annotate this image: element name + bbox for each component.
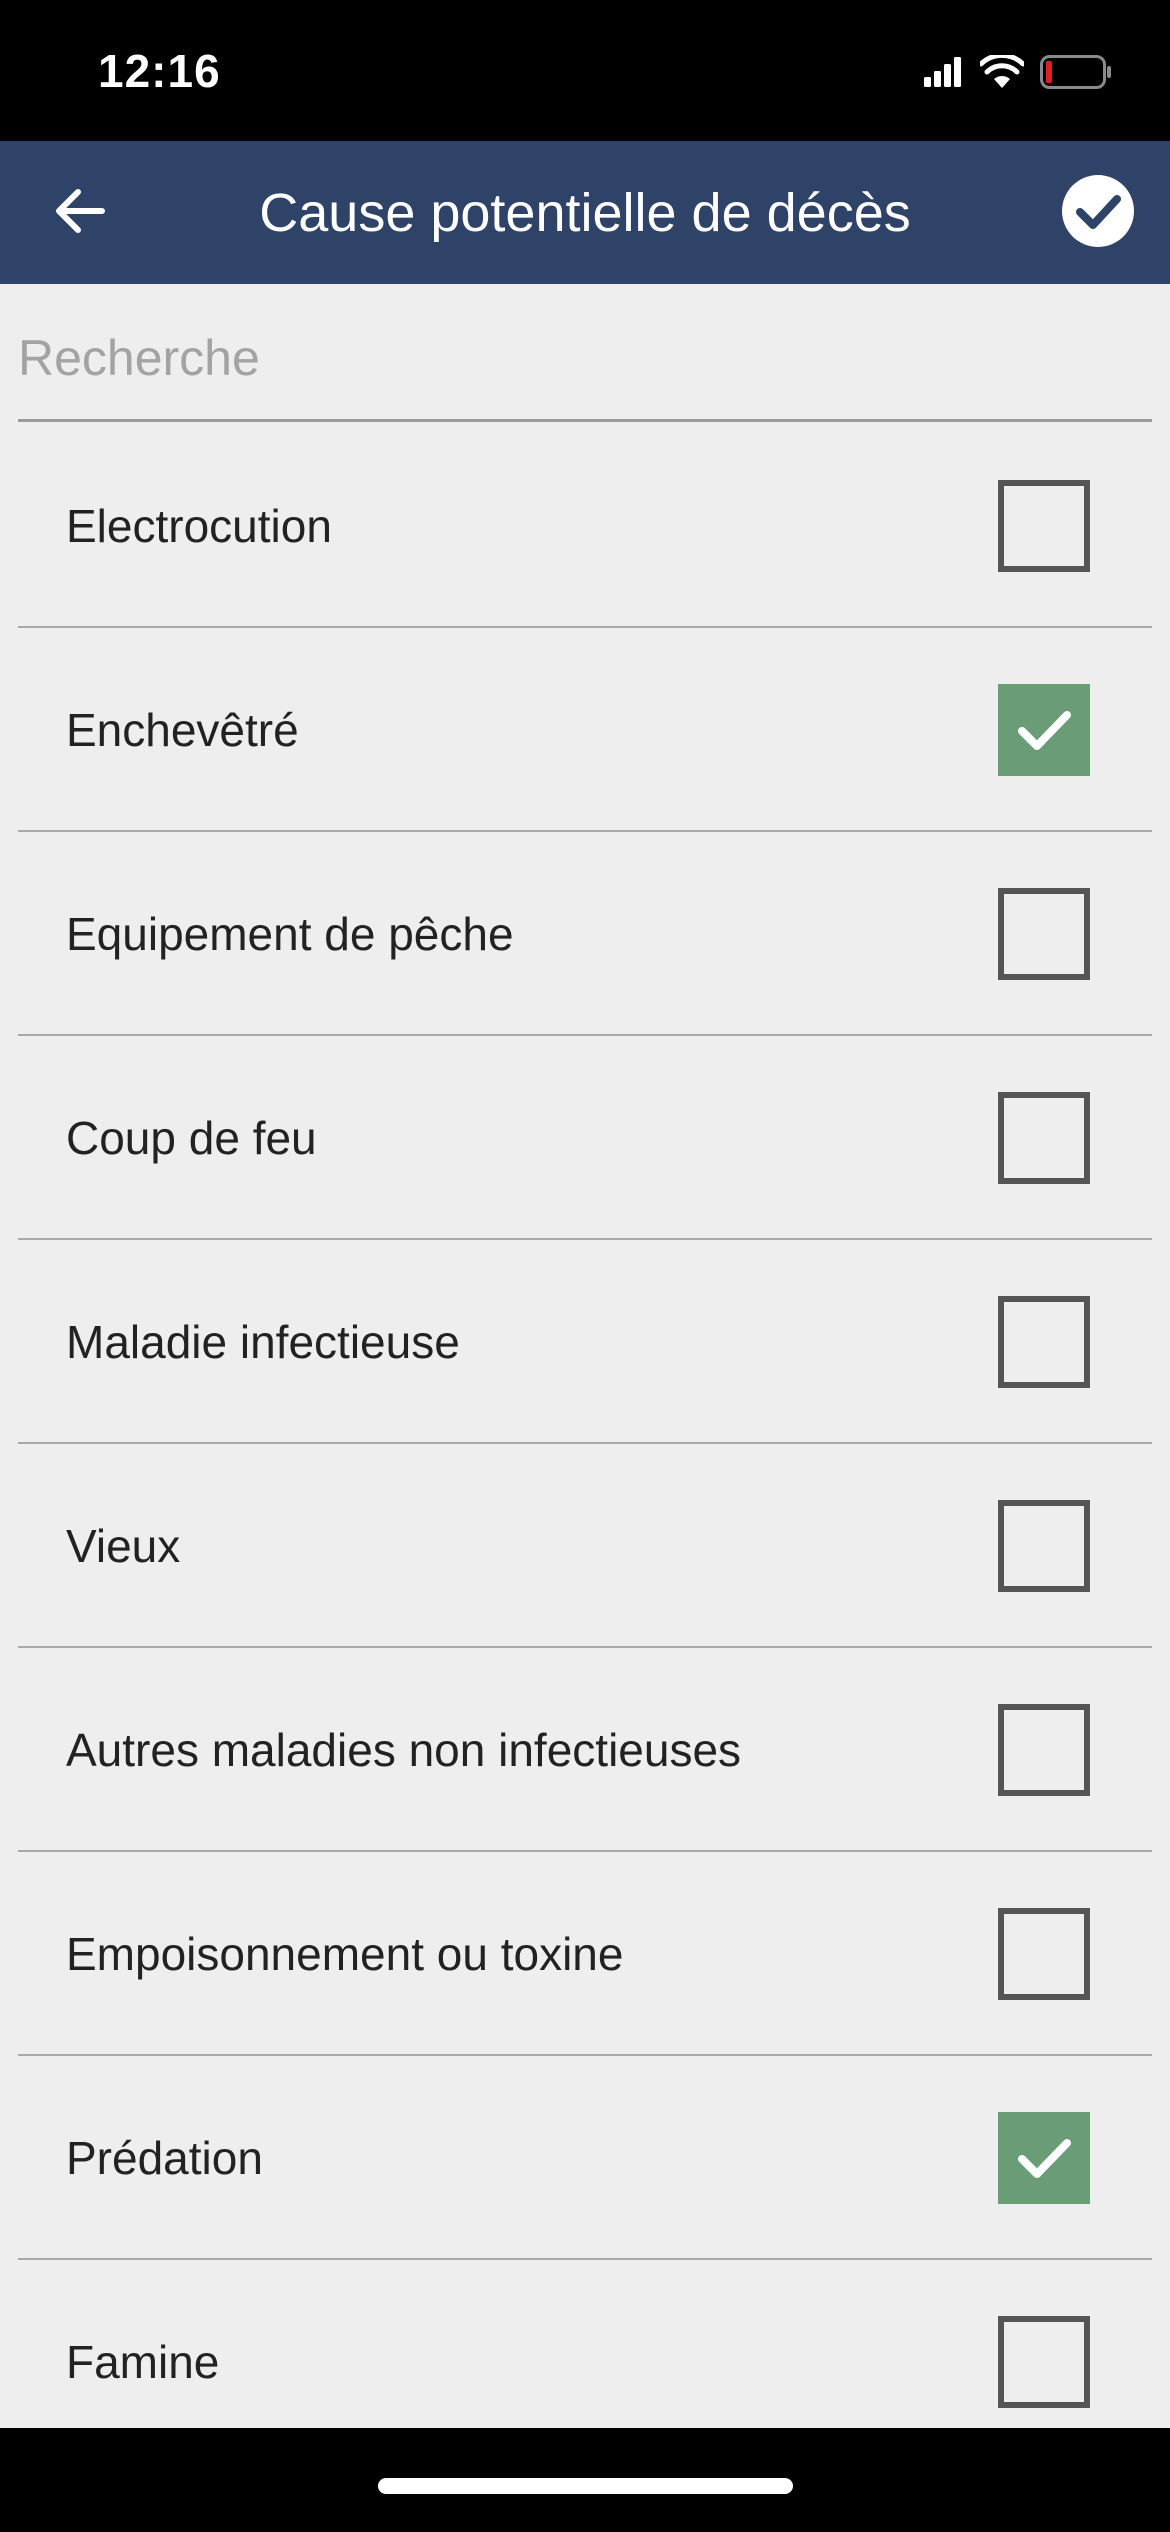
- list-item[interactable]: Prédation: [0, 2056, 1170, 2260]
- status-icons: [924, 52, 1112, 96]
- status-time: 12:16: [98, 45, 221, 97]
- cellular-signal-icon: [924, 56, 964, 92]
- checkbox[interactable]: [998, 2316, 1090, 2408]
- checkbox[interactable]: [998, 684, 1090, 776]
- status-bar: 12:16: [0, 0, 1170, 141]
- checkbox[interactable]: [998, 1704, 1090, 1796]
- list-item[interactable]: Coup de feu: [0, 1036, 1170, 1240]
- list-item[interactable]: Empoisonnement ou toxine: [0, 1852, 1170, 2056]
- back-button[interactable]: [30, 165, 130, 261]
- list-item-label: Electrocution: [66, 500, 332, 552]
- list-item-label: Maladie infectieuse: [66, 1316, 460, 1368]
- list-item[interactable]: Enchevêtré: [0, 628, 1170, 832]
- checkbox[interactable]: [998, 1092, 1090, 1184]
- checkbox[interactable]: [998, 480, 1090, 572]
- arrow-left-icon: [52, 186, 108, 241]
- list-item[interactable]: Equipement de pêche: [0, 832, 1170, 1036]
- confirm-button[interactable]: [1056, 171, 1140, 255]
- checkbox[interactable]: [998, 1296, 1090, 1388]
- list-item-label: Empoisonnement ou toxine: [66, 1928, 624, 1980]
- list-item-label: Autres maladies non infectieuses: [66, 1724, 742, 1776]
- battery-level: [1046, 60, 1052, 83]
- checkbox[interactable]: [998, 1908, 1090, 2000]
- list-item-label: Famine: [66, 2336, 220, 2388]
- checkbox[interactable]: [998, 1500, 1090, 1592]
- page-title: Cause potentielle de décès: [259, 182, 911, 243]
- list-item[interactable]: Autres maladies non infectieuses: [0, 1648, 1170, 1852]
- screen: 12:16 Cause potentielle de décès Recherc…: [0, 0, 1170, 2532]
- home-indicator[interactable]: [378, 2478, 793, 2494]
- home-indicator-area: [0, 2428, 1170, 2532]
- search-input[interactable]: [18, 324, 1152, 392]
- list-item-label: Equipement de pêche: [66, 908, 514, 960]
- battery-icon: [1040, 54, 1112, 94]
- list-item-label: Prédation: [66, 2132, 263, 2184]
- checkmark-icon: [1018, 711, 1071, 750]
- checkbox[interactable]: [998, 2112, 1090, 2204]
- wifi-icon: [978, 52, 1026, 94]
- list-item[interactable]: Vieux: [0, 1444, 1170, 1648]
- list-item-label: Vieux: [66, 1520, 181, 1572]
- checkmark-icon: [1018, 2139, 1071, 2178]
- content-area: Electrocution Enchevêtré Equipement de p…: [0, 284, 1170, 2428]
- check-circle-icon: [1060, 173, 1136, 254]
- list-item[interactable]: Maladie infectieuse: [0, 1240, 1170, 1444]
- list-item-label: Enchevêtré: [66, 704, 299, 756]
- header-bar: Cause potentielle de décès: [0, 141, 1170, 284]
- list-item[interactable]: Electrocution: [0, 424, 1170, 628]
- list-item[interactable]: Famine: [0, 2260, 1170, 2428]
- cause-list: Electrocution Enchevêtré Equipement de p…: [0, 424, 1170, 2428]
- list-item-label: Coup de feu: [66, 1112, 317, 1164]
- search-field: [18, 284, 1152, 422]
- checkbox[interactable]: [998, 888, 1090, 980]
